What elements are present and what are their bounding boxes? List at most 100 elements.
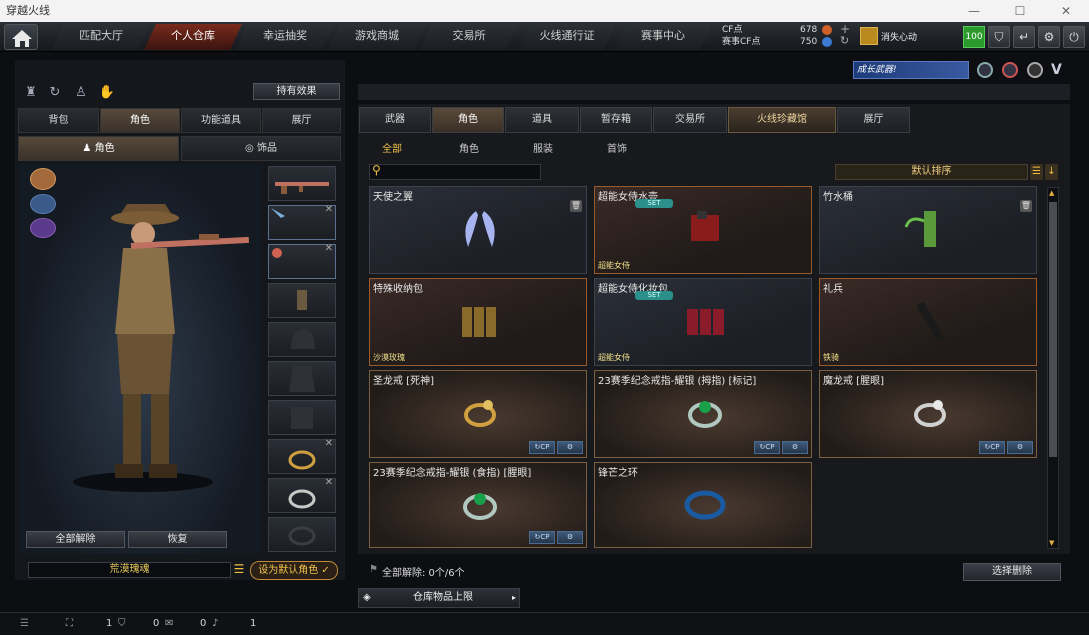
trash-icon[interactable]: 🗑 [570,200,582,212]
gear-icon[interactable]: ⚙ [1038,26,1060,48]
shield-small-icon[interactable]: ⛉ [118,613,126,635]
emblem-icon[interactable] [30,218,56,238]
remove-icon[interactable]: ✕ [325,477,333,488]
item-card[interactable]: 特殊收纳包 沙漠玫瑰 [369,278,587,366]
filter-character[interactable]: 角色 [459,140,479,155]
tab-weapons[interactable]: 武器 [359,107,431,133]
tab-storage[interactable]: 暂存箱 [580,107,652,133]
badge-icon[interactable] [1027,62,1043,78]
subtab-character[interactable]: ♟ 角色 [18,136,179,161]
emblem-icon[interactable] [30,194,56,214]
equip-slot-empty[interactable] [268,517,336,552]
search-input[interactable] [369,164,541,180]
binoculars-icon[interactable]: ⛶ [66,613,73,635]
settings-gear-icon[interactable]: ⚙ [1007,441,1033,454]
rotate-icon[interactable]: ↻ [46,84,64,102]
tab-showroom[interactable]: 展厅 [837,107,910,133]
list-icon[interactable]: ☰ [1030,164,1043,180]
unequip-all-button[interactable]: 全部解除 [26,531,125,548]
equip-slot[interactable]: ✕ [268,204,336,240]
filter-clothing[interactable]: 服装 [533,140,553,155]
scroll-thumb[interactable] [1049,202,1057,457]
item-card[interactable]: 天使之翼 🗑 [369,186,587,274]
equip-slot[interactable]: ✕ [268,438,336,474]
cp-button[interactable]: ↻CP [529,441,555,454]
refresh-icon[interactable]: ↻ [840,34,849,47]
tab-showroom[interactable]: 展厅 [262,108,341,133]
tab-items[interactable]: 道具 [505,107,579,133]
cp-button[interactable]: ↻CP [979,441,1005,454]
power-icon[interactable]: ⏻ [1063,26,1085,48]
set-default-button[interactable]: 设为默认角色 ✓ [250,561,338,580]
maximize-button[interactable]: ☐ [997,0,1043,22]
shield-icon[interactable]: ⛉ [988,26,1010,48]
return-icon[interactable]: ↵ [1013,26,1035,48]
nav-tab-warehouse[interactable]: 个人仓库 [144,24,242,50]
tab-character[interactable]: 角色 [100,108,180,133]
cp-button[interactable]: ↻CP [754,441,780,454]
scrollbar[interactable]: ▲ ▼ [1047,187,1059,549]
home-button[interactable] [4,24,38,50]
minimize-button[interactable]: — [951,0,997,22]
badge-icon[interactable] [977,62,993,78]
menu-icon[interactable]: ☰ [20,613,29,635]
nav-tab-match[interactable]: 匹配大厅 [52,24,150,50]
subtab-accessory[interactable]: ◎ 饰品 [181,136,341,161]
tab-functional-items[interactable]: 功能道具 [181,108,261,133]
settings-gear-icon[interactable]: ⚙ [557,441,583,454]
equip-slot[interactable]: ✕ [268,243,336,279]
item-card[interactable]: 锋芒之环 [594,462,812,548]
sort-direction-icon[interactable]: ↓ [1045,164,1058,180]
filter-all[interactable]: 全部 [382,140,402,155]
chat-icon[interactable]: ✉ [165,613,173,635]
tab-exchange[interactable]: 交易所 [653,107,727,133]
nav-tab-lottery[interactable]: 幸运抽奖 [236,24,334,50]
item-card[interactable]: 超能女侍化妆包 SET 超能女侍 [594,278,812,366]
tab-treasure-hall[interactable]: 火线珍藏馆 [728,107,836,133]
ranking-icon[interactable]: ♜ [22,84,40,102]
tab-characters[interactable]: 角色 [432,107,504,133]
effects-button[interactable]: 持有效果 [253,83,340,100]
character-name-field[interactable]: 荒漠瑰魂 [28,562,231,578]
remove-icon[interactable]: ✕ [325,438,333,449]
equip-slot-empty[interactable] [268,361,336,396]
equip-slot[interactable]: ✕ [268,477,336,513]
select-delete-button[interactable]: 选择删除 [963,563,1061,581]
restore-button[interactable]: 恢复 [128,531,227,548]
nav-tab-shop[interactable]: 游戏商城 [328,24,426,50]
pose-icon[interactable]: ♙ [72,84,90,102]
avatar[interactable] [860,27,878,45]
nav-tab-exchange[interactable]: 交易所 [420,24,518,50]
list-icon[interactable]: ☰ [232,562,246,578]
sort-dropdown[interactable]: 默认排序 [835,164,1028,180]
item-card[interactable]: 23赛季纪念戒指-耀银 (食指) [腥眼] ↻CP ⚙ [369,462,587,548]
settings-gear-icon[interactable]: ⚙ [782,441,808,454]
nav-tab-pass[interactable]: 火线通行证 [518,24,616,50]
hand-icon[interactable]: ✋ [98,84,116,102]
capacity-button[interactable]: ◈ 仓库物品上限 ▸ [358,588,520,608]
item-card[interactable]: 23赛季纪念戒指-耀银 (拇指) [标记] ↻CP ⚙ [594,370,812,458]
equip-slot-weapon[interactable] [268,166,336,201]
equip-slot-empty[interactable] [268,400,336,435]
item-card[interactable]: 超能女侍水壶 SET 超能女侍 [594,186,812,274]
remove-icon[interactable]: ✕ [325,243,333,254]
promo-banner[interactable]: 成长武器! [853,61,969,79]
nav-tab-events[interactable]: 赛事中心 [614,24,712,50]
tab-backpack[interactable]: 背包 [18,108,99,133]
level-badge[interactable]: 100 [963,26,985,48]
filter-jewelry[interactable]: 首饰 [607,140,627,155]
item-card[interactable]: 竹水桶 🗑 [819,186,1037,274]
trash-icon[interactable]: 🗑 [1020,200,1032,212]
emblem-icon[interactable] [30,168,56,190]
v-logo-icon[interactable]: V [1051,62,1062,78]
item-card[interactable]: 礼兵 铁骑 [819,278,1037,366]
cp-button[interactable]: ↻CP [529,531,555,544]
speaker-icon[interactable]: ♪ [212,613,218,635]
item-card[interactable]: 圣龙戒 [死神] ↻CP ⚙ [369,370,587,458]
badge-icon[interactable] [1002,62,1018,78]
settings-gear-icon[interactable]: ⚙ [557,531,583,544]
character-viewport[interactable] [19,164,261,554]
remove-icon[interactable]: ✕ [325,204,333,215]
close-window-button[interactable]: ✕ [1043,0,1089,22]
equip-slot-empty[interactable] [268,322,336,357]
